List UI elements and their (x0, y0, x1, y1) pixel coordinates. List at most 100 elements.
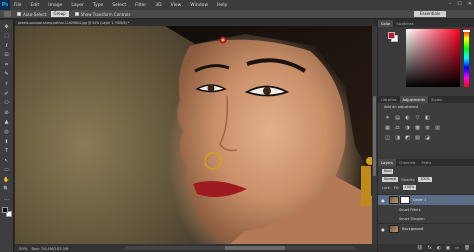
link-layers-icon[interactable]: ⛓ (417, 246, 423, 251)
adjustment-3-2-icon[interactable]: ◩ (404, 134, 411, 141)
status-bar: 50% Doc: 34.4M/103.1M (15, 244, 377, 252)
adjustment-3-3-icon[interactable]: ▧ (414, 134, 421, 141)
adjustment-1-2-icon[interactable]: ◐ (404, 114, 411, 121)
minimize-icon[interactable]: – (449, 1, 452, 7)
layer-name[interactable]: Background (402, 227, 423, 231)
fg-bg-color-swatch[interactable] (1, 206, 12, 217)
smart-filter-mask-thumbnail[interactable] (400, 196, 410, 204)
menu-select[interactable]: Select (112, 3, 126, 8)
smart-filters-row[interactable]: Smart Filters (378, 205, 474, 214)
layer-row-background[interactable]: ● Background (378, 223, 474, 234)
trash-icon[interactable]: 🗑 (464, 246, 470, 251)
adjustments-panel: Libraries Adjustments Styles Add an adju… (378, 96, 474, 154)
tool-4-icon[interactable]: ⌗ (2, 61, 11, 68)
canvas[interactable] (15, 26, 372, 244)
foreground-color-swatch[interactable] (388, 32, 395, 39)
layer-row-layer-1[interactable]: ● Layer 1 (378, 194, 474, 205)
foreground-color[interactable] (1, 206, 8, 213)
tab-color[interactable]: Color (378, 20, 394, 27)
adjustment-1-1-icon[interactable]: ▤ (394, 114, 401, 121)
tab-layers[interactable]: Layers (378, 159, 396, 166)
new-group-icon[interactable]: ▣ (446, 246, 450, 251)
menu-file[interactable]: File (14, 3, 22, 8)
adjustment-1-3-icon[interactable]: ▽ (414, 114, 421, 121)
fg-bg-color-mini[interactable] (388, 32, 398, 42)
hue-slider[interactable] (464, 29, 469, 87)
tool-3-icon[interactable]: ⊡ (2, 52, 11, 59)
auto-select-checkbox[interactable] (17, 12, 21, 16)
menu-window[interactable]: Window (190, 3, 208, 8)
tool-15-icon[interactable]: ▭ (2, 167, 11, 174)
vertical-scroll-thumb[interactable] (373, 96, 376, 176)
eye-icon[interactable]: ● (380, 198, 386, 203)
hue-slider-marker[interactable] (463, 30, 470, 32)
tool-18-icon[interactable]: … (2, 195, 11, 202)
adjustment-2-5-icon[interactable]: ▥ (434, 124, 441, 131)
fill-field[interactable]: 100% (402, 185, 417, 190)
adjustment-2-1-icon[interactable]: ⚖ (394, 124, 401, 131)
menu-layer[interactable]: Layer (71, 3, 84, 8)
adjustment-3-0-icon[interactable]: ◫ (384, 134, 391, 141)
tool-11-icon[interactable]: ◎ (2, 128, 11, 135)
menu-filter[interactable]: Filter (135, 3, 146, 8)
tab-libraries[interactable]: Libraries (378, 96, 400, 103)
adjustment-1-0-icon[interactable]: ☀ (384, 114, 391, 121)
tab-swatches[interactable]: Swatches (393, 20, 416, 27)
smart-sharpen-label[interactable]: Smart Sharpen (399, 217, 425, 221)
tool-2-icon[interactable]: ℓ (2, 42, 11, 49)
move-tool-icon[interactable] (4, 11, 11, 17)
tab-channels[interactable]: Channels (396, 159, 419, 166)
tab-paths[interactable]: Paths (419, 159, 435, 166)
adjustments-heading: Add an adjustment (384, 105, 419, 109)
menu-3d[interactable]: 3D (155, 3, 161, 8)
maximize-icon[interactable]: ☐ (457, 1, 461, 7)
new-layer-icon[interactable]: ▭ (455, 246, 459, 251)
tool-13-icon[interactable]: T (2, 148, 11, 155)
tool-14-icon[interactable]: ↖ (2, 157, 11, 164)
tool-9-icon[interactable]: ⊘ (2, 109, 11, 116)
fx-icon[interactable]: fx (428, 246, 432, 251)
layer-filter-dropdown[interactable]: Kind (382, 169, 394, 174)
adjustment-2-2-icon[interactable]: ◑ (404, 124, 411, 131)
menu-view[interactable]: View (171, 3, 182, 8)
tool-16-icon[interactable]: ✋ (2, 176, 11, 183)
show-transform-checkbox[interactable] (74, 12, 79, 16)
adjustment-3-4-icon[interactable]: ◪ (424, 134, 431, 141)
tab-adjustments[interactable]: Adjustments (399, 96, 429, 103)
tool-17-icon[interactable]: 🔍 (2, 186, 11, 193)
vertical-scrollbar[interactable] (372, 26, 377, 244)
menu-help[interactable]: Help (217, 3, 227, 8)
tool-0-icon[interactable]: ✥ (2, 23, 11, 30)
adjustment-2-4-icon[interactable]: ◍ (424, 124, 431, 131)
horizontal-scroll-thumb[interactable] (225, 246, 285, 250)
adjustment-2-0-icon[interactable]: ▦ (384, 124, 391, 131)
tool-5-icon[interactable]: ✎ (2, 71, 11, 78)
workspace-dropdown[interactable]: Essentials (413, 11, 446, 17)
zoom-level[interactable]: 50% (19, 246, 27, 251)
tool-8-icon[interactable]: ⎔ (2, 100, 11, 107)
close-icon[interactable]: ✕ (468, 1, 472, 7)
horizontal-scrollbar[interactable] (125, 246, 355, 250)
adjustment-3-1-icon[interactable]: ◨ (394, 134, 401, 141)
adjustment-layer-icon[interactable]: ◐ (437, 246, 441, 251)
tool-1-icon[interactable]: ⬚ (2, 33, 11, 40)
tool-6-icon[interactable]: ⚕ (2, 80, 11, 87)
tool-12-icon[interactable]: ⬆ (2, 138, 11, 145)
tab-styles[interactable]: Styles (428, 96, 445, 103)
opacity-field[interactable]: 100% (418, 177, 432, 182)
adjustment-1-4-icon[interactable]: ◧ (424, 114, 431, 121)
smart-sharpen-row[interactable]: Smart Sharpen (378, 214, 474, 223)
color-picker-field[interactable] (406, 29, 460, 87)
tool-10-icon[interactable]: ▲ (2, 119, 11, 126)
blend-mode-dropdown[interactable]: Normal (382, 177, 399, 182)
eye-icon[interactable]: ● (380, 227, 386, 232)
tool-7-icon[interactable]: ✐ (2, 90, 11, 97)
menu-image[interactable]: Image (48, 3, 62, 8)
color-panel: Color Swatches (378, 20, 474, 92)
menu-type[interactable]: Type (93, 3, 103, 8)
tools-panel: ✥ ⬚ ℓ ⊡ ⌗ ✎ ⚕ ✐ ⎔ ⊘ ▲ ◎ ⬆ T ↖ ▭ ✋ 🔍 … (0, 20, 14, 252)
auto-select-dropdown[interactable]: Group (50, 11, 69, 17)
adjustment-2-3-icon[interactable]: ▩ (414, 124, 421, 131)
layer-name[interactable]: Layer 1 (413, 198, 426, 202)
menu-edit[interactable]: Edit (31, 3, 40, 8)
